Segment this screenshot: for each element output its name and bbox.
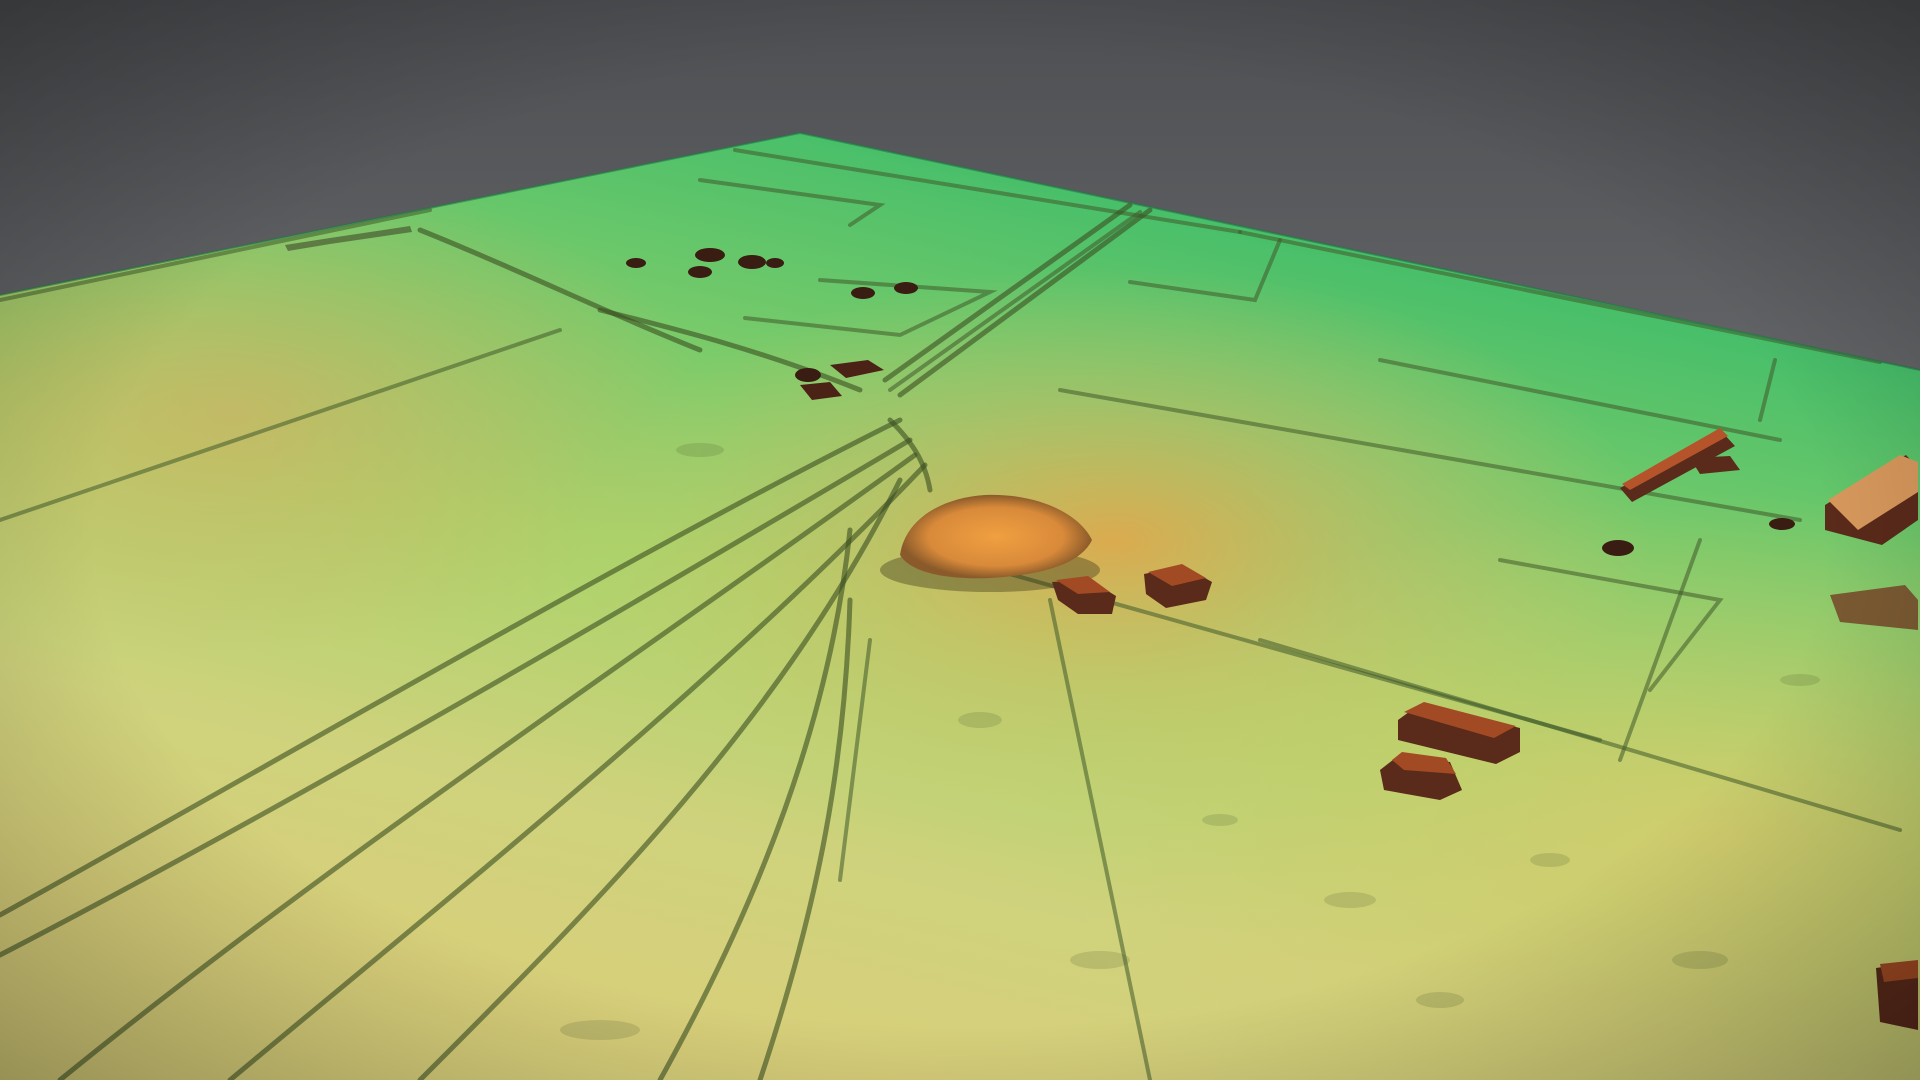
vignette-overlay [0, 0, 1920, 1080]
terrain-3d-view[interactable] [0, 0, 1920, 1080]
